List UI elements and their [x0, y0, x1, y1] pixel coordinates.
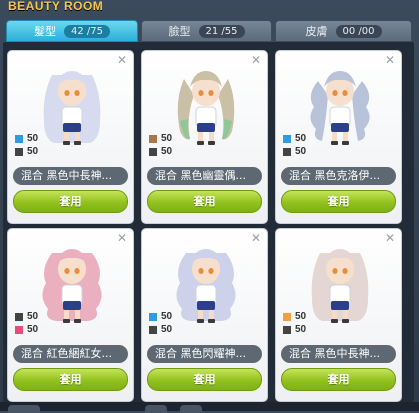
- hair-style-name: 混合 黑色中長神...: [281, 345, 396, 363]
- color-swatch: [149, 312, 157, 321]
- bottom-bar: [0, 402, 419, 413]
- color-mix: 50 50: [283, 310, 306, 336]
- color-ratio: 50: [161, 311, 173, 322]
- color-ratio: 50: [161, 324, 173, 335]
- hair-style-name: 混合 黑色克洛伊...: [281, 167, 396, 185]
- tab-hair[interactable]: 髮型 42 /75: [6, 20, 138, 42]
- tab-count: 21 /55: [198, 24, 245, 38]
- color-mix-row: 50: [15, 310, 38, 323]
- color-mix-row: 50: [149, 145, 172, 158]
- close-icon[interactable]: ✕: [117, 232, 127, 244]
- tab-skin[interactable]: 皮膚 00 /00: [275, 20, 412, 42]
- character-preview: [304, 239, 376, 327]
- color-ratio: 50: [161, 133, 173, 144]
- color-mix-row: 50: [149, 323, 172, 336]
- hair-style-card[interactable]: ✕ 50 50 混合 紅色綑紅女... 套用: [7, 228, 134, 402]
- close-icon[interactable]: ✕: [385, 232, 395, 244]
- tab-label: 皮膚: [305, 25, 328, 38]
- color-mix-row: 50: [283, 132, 306, 145]
- apply-button[interactable]: 套用: [147, 190, 262, 213]
- color-mix: 50 50: [15, 132, 38, 158]
- color-ratio: 50: [27, 324, 39, 335]
- character-preview: [170, 239, 242, 327]
- color-ratio: 50: [27, 311, 39, 322]
- tab-count: 00 /00: [335, 24, 382, 38]
- color-swatch: [149, 147, 157, 156]
- apply-button[interactable]: 套用: [147, 368, 262, 391]
- color-mix-row: 50: [149, 310, 172, 323]
- character-preview: [36, 61, 108, 149]
- color-mix: 50 50: [149, 132, 172, 158]
- color-swatch: [283, 312, 291, 321]
- hair-style-name: 混合 紅色綑紅女...: [13, 345, 128, 363]
- color-ratio: 50: [295, 311, 307, 322]
- color-swatch: [15, 312, 23, 321]
- color-mix-row: 50: [15, 323, 38, 336]
- color-swatch: [15, 147, 23, 156]
- bottom-control[interactable]: [8, 405, 40, 413]
- color-mix-row: 50: [15, 145, 38, 158]
- bottom-control[interactable]: [180, 405, 202, 413]
- color-mix: 50 50: [15, 310, 38, 336]
- hair-style-name: 混合 黑色閃耀神...: [147, 345, 262, 363]
- color-mix: 50 50: [149, 310, 172, 336]
- hair-style-card[interactable]: ✕ 50 50 混合 黑色幽靈偶... 套用: [141, 50, 268, 224]
- close-icon[interactable]: ✕: [385, 54, 395, 66]
- character-preview: [304, 61, 376, 149]
- apply-button[interactable]: 套用: [281, 368, 396, 391]
- apply-button[interactable]: 套用: [281, 190, 396, 213]
- tab-label: 臉型: [168, 25, 191, 38]
- color-swatch: [283, 325, 291, 334]
- color-ratio: 50: [295, 324, 307, 335]
- hair-style-name: 混合 黑色中長神...: [13, 167, 128, 185]
- color-swatch: [283, 134, 291, 143]
- color-ratio: 50: [27, 133, 39, 144]
- bottom-control[interactable]: [145, 405, 167, 413]
- color-ratio: 50: [295, 146, 307, 157]
- apply-button[interactable]: 套用: [13, 368, 128, 391]
- close-icon[interactable]: ✕: [117, 54, 127, 66]
- color-mix-row: 50: [283, 323, 306, 336]
- color-ratio: 50: [161, 146, 173, 157]
- character-preview: [170, 61, 242, 149]
- color-swatch: [15, 325, 23, 334]
- close-icon[interactable]: ✕: [251, 232, 261, 244]
- tab-face[interactable]: 臉型 21 /55: [141, 20, 272, 42]
- color-mix-row: 50: [283, 310, 306, 323]
- close-icon[interactable]: ✕: [251, 54, 261, 66]
- hair-style-card[interactable]: ✕ 50 50 混合 黑色中長神... 套用: [275, 228, 402, 402]
- hair-style-name: 混合 黑色幽靈偶...: [147, 167, 262, 185]
- color-mix-row: 50: [149, 132, 172, 145]
- hair-style-card[interactable]: ✕ 50 50 混合 黑色中長神... 套用: [7, 50, 134, 224]
- color-swatch: [15, 134, 23, 143]
- color-swatch: [149, 325, 157, 334]
- hair-style-card[interactable]: ✕ 50 50 混合 黑色克洛伊... 套用: [275, 50, 402, 224]
- color-mix-row: 50: [15, 132, 38, 145]
- color-swatch: [283, 147, 291, 156]
- tab-count: 42 /75: [64, 24, 110, 38]
- character-preview: [36, 239, 108, 327]
- color-mix: 50 50: [283, 132, 306, 158]
- window-title: BEAUTY ROOM: [8, 0, 104, 13]
- color-ratio: 50: [27, 146, 39, 157]
- apply-button[interactable]: 套用: [13, 190, 128, 213]
- color-ratio: 50: [295, 133, 307, 144]
- category-tabs: 髮型 42 /75 臉型 21 /55 皮膚 00 /00: [6, 20, 412, 42]
- hair-style-card[interactable]: ✕ 50 50 混合 黑色閃耀神... 套用: [141, 228, 268, 402]
- tab-label: 髮型: [34, 25, 56, 38]
- color-mix-row: 50: [283, 145, 306, 158]
- color-swatch: [149, 134, 157, 143]
